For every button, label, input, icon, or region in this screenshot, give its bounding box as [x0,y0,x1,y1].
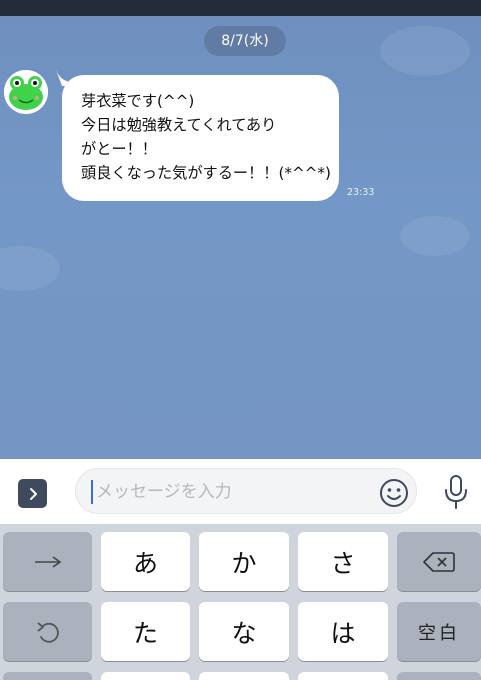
key-sa[interactable]: さ [298,532,388,591]
message-line: 芽衣菜です(^^) [81,92,195,110]
message-timestamp: 23:33 [347,187,375,198]
message-input-placeholder: メッセージを入力 [96,482,232,502]
voice-input-button[interactable] [442,474,470,510]
background-cloud [400,216,470,256]
chevron-right-icon [29,487,37,500]
message-line: がとー！！ [81,140,157,158]
keyboard: あ か さ た な は 空白 [0,524,481,680]
key-next[interactable] [3,532,92,591]
emoji-button[interactable] [378,477,410,509]
key-partial[interactable] [101,672,190,680]
key-ka[interactable]: か [199,532,289,591]
smiley-icon [380,479,408,507]
avatar[interactable] [4,70,48,114]
key-partial[interactable] [298,672,388,680]
chat-area[interactable]: 8/7(水) 芽衣菜です(^^) 今日は勉強教えてくれてあり がとー！！ 頭良く… [0,16,481,459]
expand-menu-button[interactable] [18,479,47,508]
key-space-label: 空白 [418,622,460,644]
arrow-right-icon [34,555,61,568]
message-input[interactable]: メッセージを入力 [75,468,417,514]
key-space[interactable]: 空白 [397,602,481,661]
key-partial[interactable] [397,672,481,680]
key-undo[interactable] [3,602,92,661]
backspace-icon [423,551,455,572]
background-cloud [380,26,470,76]
undo-icon [36,621,59,643]
key-delete[interactable] [397,532,481,591]
message-bubble[interactable]: 芽衣菜です(^^) 今日は勉強教えてくれてあり がとー！！ 頭良くなった気がする… [62,75,339,201]
key-a[interactable]: あ [101,532,190,591]
background-cloud [0,246,60,291]
key-partial[interactable] [199,672,289,680]
frog-avatar-icon [4,70,48,114]
key-na[interactable]: な [199,602,289,661]
key-ha[interactable]: は [298,602,388,661]
status-bar [0,0,481,16]
date-separator: 8/7(水) [204,26,286,56]
message-line: 今日は勉強教えてくれてあり [81,116,277,134]
text-caret [91,480,93,504]
message-line: 頭良くなった気がするー！！(*^^*) [81,164,331,182]
key-partial[interactable] [3,672,92,680]
microphone-icon [445,475,467,509]
key-ta[interactable]: た [101,602,190,661]
